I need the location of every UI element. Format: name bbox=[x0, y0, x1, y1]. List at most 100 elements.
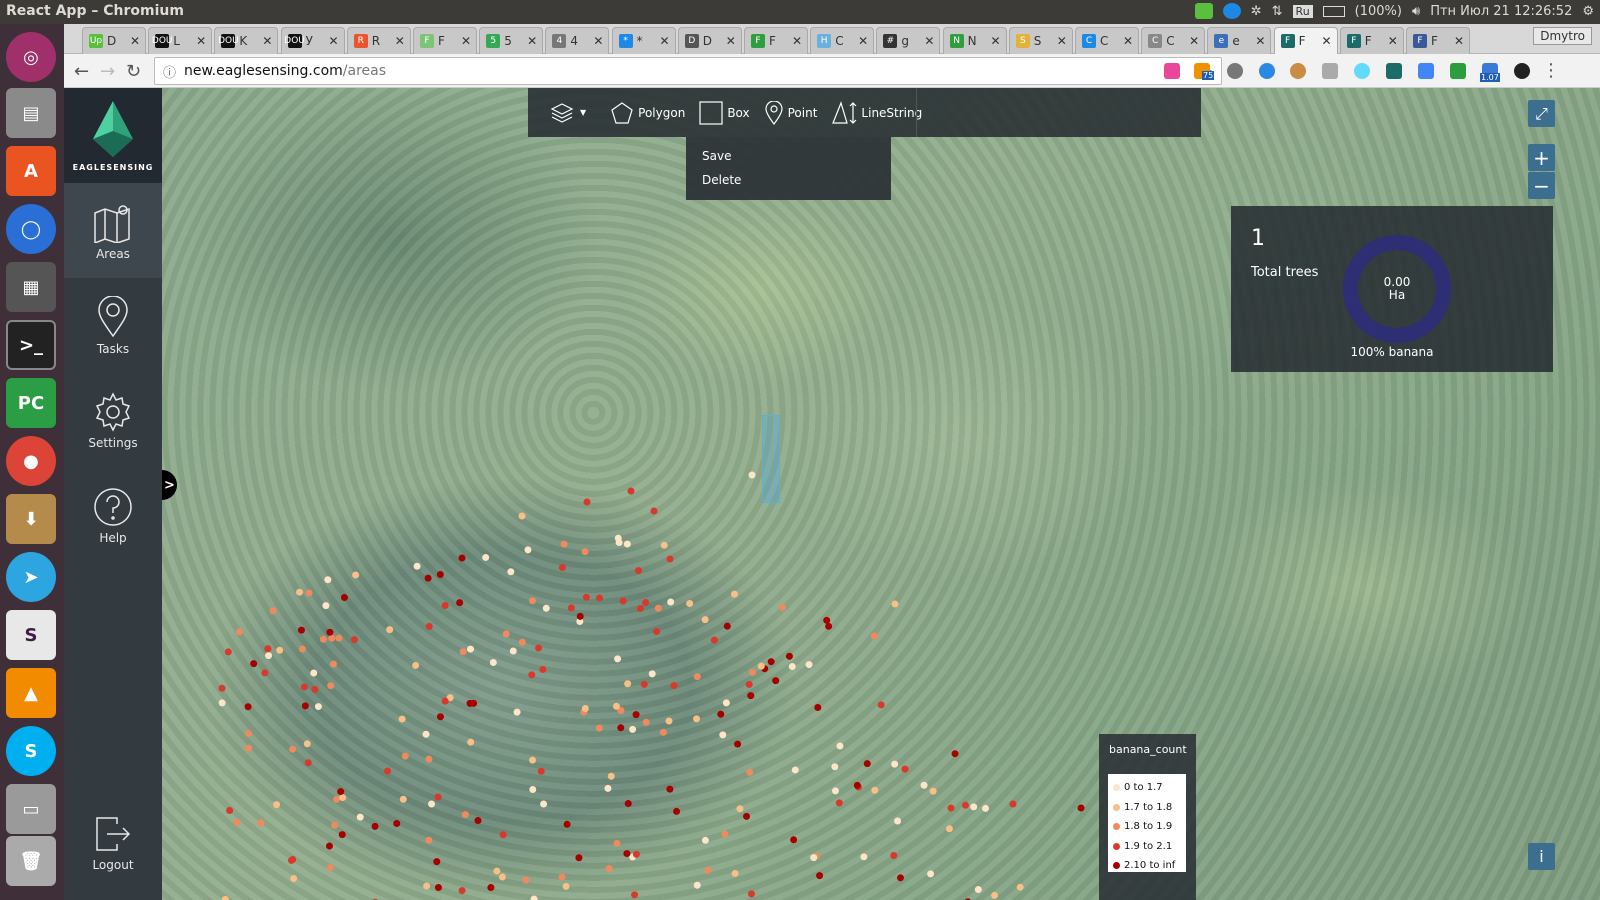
tree-point[interactable] bbox=[619, 597, 627, 605]
tree-point[interactable] bbox=[767, 658, 775, 666]
tree-point[interactable] bbox=[666, 555, 674, 563]
tree-point[interactable] bbox=[788, 663, 796, 671]
browser-tab[interactable]: C C ✕ bbox=[1141, 27, 1206, 54]
tree-point[interactable] bbox=[352, 571, 360, 579]
tree-point[interactable] bbox=[244, 703, 252, 711]
tree-point[interactable] bbox=[300, 683, 308, 691]
tree-point[interactable] bbox=[562, 882, 570, 890]
browser-tab[interactable]: R R ✕ bbox=[346, 27, 411, 54]
tree-point[interactable] bbox=[920, 781, 928, 789]
browser-tab[interactable]: 4 4 ✕ bbox=[545, 27, 610, 54]
layers-button[interactable]: ▼ bbox=[550, 102, 586, 124]
tab-close-icon[interactable]: ✕ bbox=[1189, 34, 1199, 48]
tab-close-icon[interactable]: ✕ bbox=[461, 34, 471, 48]
tree-point[interactable] bbox=[632, 850, 640, 858]
tree-point[interactable] bbox=[693, 673, 701, 681]
tree-point[interactable] bbox=[991, 891, 999, 899]
tree-point[interactable] bbox=[634, 567, 642, 575]
tab-close-icon[interactable]: ✕ bbox=[196, 34, 206, 48]
polygon-tool[interactable]: Polygon bbox=[610, 101, 685, 125]
nav-logout[interactable]: Logout bbox=[64, 793, 162, 893]
tab-close-icon[interactable]: ✕ bbox=[262, 34, 272, 48]
browser-tab[interactable]: N N ✕ bbox=[942, 27, 1007, 54]
network-icon[interactable]: ✲ bbox=[1251, 4, 1262, 19]
drive-icon[interactable]: ▭ bbox=[6, 784, 56, 834]
tree-point[interactable] bbox=[461, 811, 469, 819]
tree-point[interactable] bbox=[853, 781, 861, 789]
tree-point[interactable] bbox=[723, 622, 731, 630]
browser-tab[interactable]: C C ✕ bbox=[1075, 27, 1139, 54]
tree-point[interactable] bbox=[356, 813, 364, 821]
tree-point[interactable] bbox=[434, 793, 442, 801]
tab-close-icon[interactable]: ✕ bbox=[858, 34, 868, 48]
tree-point[interactable] bbox=[558, 563, 566, 571]
tab-close-icon[interactable]: ✕ bbox=[792, 34, 802, 48]
tree-point[interactable] bbox=[518, 638, 526, 646]
tree-point[interactable] bbox=[648, 670, 656, 678]
tree-point[interactable] bbox=[816, 872, 824, 880]
tree-point[interactable] bbox=[831, 763, 839, 771]
tree-point[interactable] bbox=[666, 785, 674, 793]
tree-point[interactable] bbox=[667, 598, 675, 606]
tree-point[interactable] bbox=[273, 801, 281, 809]
tree-point[interactable] bbox=[326, 628, 334, 636]
selected-box-geometry[interactable] bbox=[762, 415, 780, 503]
tab-close-icon[interactable]: ✕ bbox=[726, 34, 736, 48]
tree-point[interactable] bbox=[218, 684, 226, 692]
tree-point[interactable] bbox=[791, 766, 799, 774]
software-center-icon[interactable]: A bbox=[6, 146, 56, 196]
tree-point[interactable] bbox=[693, 881, 701, 889]
point-tool[interactable]: Point bbox=[764, 100, 817, 125]
tree-point[interactable] bbox=[297, 626, 305, 634]
tree-point[interactable] bbox=[927, 870, 935, 878]
tree-point[interactable] bbox=[264, 645, 272, 653]
vlc-icon[interactable]: ▲ bbox=[6, 668, 56, 718]
tree-point[interactable] bbox=[642, 718, 650, 726]
tree-point[interactable] bbox=[244, 730, 252, 738]
tree-point[interactable] bbox=[314, 703, 322, 711]
chromium-icon[interactable]: ◯ bbox=[6, 204, 56, 254]
tree-point[interactable] bbox=[311, 685, 319, 693]
list-extension-icon[interactable] bbox=[1322, 63, 1338, 79]
tree-point[interactable] bbox=[328, 634, 336, 642]
tree-point[interactable] bbox=[221, 895, 229, 900]
tree-point[interactable] bbox=[499, 831, 507, 839]
tree-point[interactable] bbox=[509, 647, 517, 655]
tree-point[interactable] bbox=[901, 765, 909, 773]
tree-point[interactable] bbox=[636, 605, 644, 613]
tree-point[interactable] bbox=[653, 628, 661, 636]
tree-point[interactable] bbox=[617, 724, 625, 732]
tree-point[interactable] bbox=[929, 787, 937, 795]
extension-pink-icon[interactable] bbox=[1164, 63, 1180, 79]
tab-close-icon[interactable]: ✕ bbox=[991, 34, 1001, 48]
tree-point[interactable] bbox=[319, 635, 327, 643]
tree-point[interactable] bbox=[595, 594, 603, 602]
tree-point[interactable] bbox=[673, 807, 681, 815]
tree-point[interactable] bbox=[425, 622, 433, 630]
tree-point[interactable] bbox=[269, 607, 277, 615]
tree-point[interactable] bbox=[693, 715, 701, 723]
clock-extension-icon[interactable] bbox=[1227, 63, 1243, 79]
tree-point[interactable] bbox=[529, 597, 537, 605]
tree-point[interactable] bbox=[226, 807, 234, 815]
tree-point[interactable] bbox=[507, 568, 515, 576]
tree-point[interactable] bbox=[224, 648, 232, 656]
browser-tab[interactable]: DOU L ✕ bbox=[148, 27, 213, 54]
redux-devtools-icon[interactable] bbox=[1386, 63, 1402, 79]
tree-point[interactable] bbox=[250, 660, 258, 668]
speed-dial-extension-icon[interactable] bbox=[1259, 63, 1275, 79]
tab-close-icon[interactable]: ✕ bbox=[395, 34, 405, 48]
tree-point[interactable] bbox=[261, 669, 269, 677]
tree-point[interactable] bbox=[413, 562, 421, 570]
tree-point[interactable] bbox=[558, 873, 566, 881]
tree-point[interactable] bbox=[731, 869, 739, 877]
tree-point[interactable] bbox=[482, 553, 490, 561]
tree-point[interactable] bbox=[686, 599, 694, 607]
tree-point[interactable] bbox=[401, 752, 409, 760]
menu-icon[interactable]: ⋮ bbox=[1542, 60, 1560, 81]
tree-point[interactable] bbox=[734, 740, 742, 748]
tree-point[interactable] bbox=[623, 850, 631, 858]
tree-point[interactable] bbox=[398, 715, 406, 723]
browser-tab[interactable]: Up D ✕ bbox=[82, 27, 146, 54]
tree-point[interactable] bbox=[877, 701, 885, 709]
